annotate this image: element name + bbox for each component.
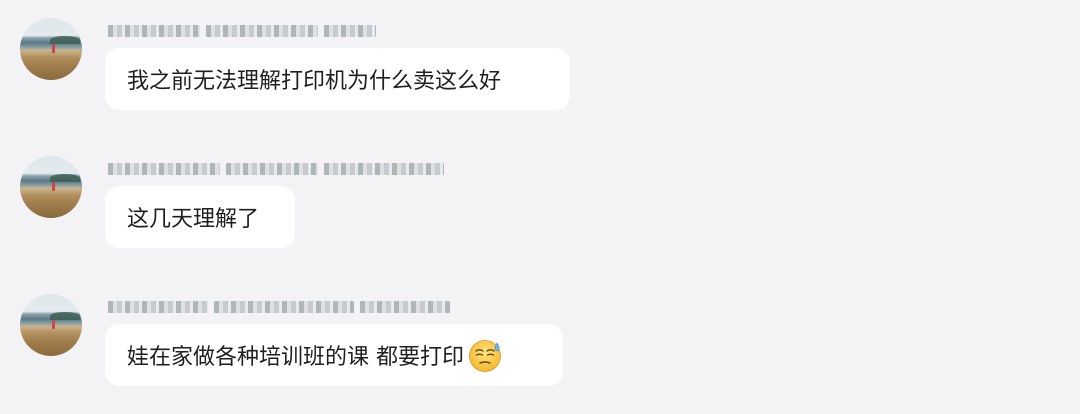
message-bubble[interactable]: 这几天理解了 <box>105 186 295 248</box>
message-text: 我之前无法理解打印机为什么卖这么好 <box>127 69 502 94</box>
message-text: 娃在家做各种培训班的课 都要打印 <box>127 345 464 370</box>
avatar[interactable] <box>20 156 82 218</box>
sender-name-redacted <box>108 22 376 40</box>
avatar-hills <box>50 174 80 182</box>
avatar-person <box>52 320 55 329</box>
message-bubble[interactable]: 娃在家做各种培训班的课 都要打印 <box>105 324 563 386</box>
avatar[interactable] <box>20 294 82 356</box>
avatar-person <box>52 44 55 53</box>
avatar[interactable] <box>20 18 82 80</box>
message-bubble[interactable]: 我之前无法理解打印机为什么卖这么好 <box>105 48 570 110</box>
sender-name-redacted <box>108 298 450 316</box>
avatar-person <box>52 182 55 191</box>
avatar-hills <box>50 312 80 320</box>
message-text: 这几天理解了 <box>127 207 260 232</box>
sender-name-redacted <box>108 160 444 178</box>
weary-sweat-face-icon <box>467 337 503 373</box>
avatar-hills <box>50 36 80 44</box>
chat-thread: 我之前无法理解打印机为什么卖这么好 这几天理解了 娃在家做各种培训班的课 都要打… <box>0 0 1080 414</box>
